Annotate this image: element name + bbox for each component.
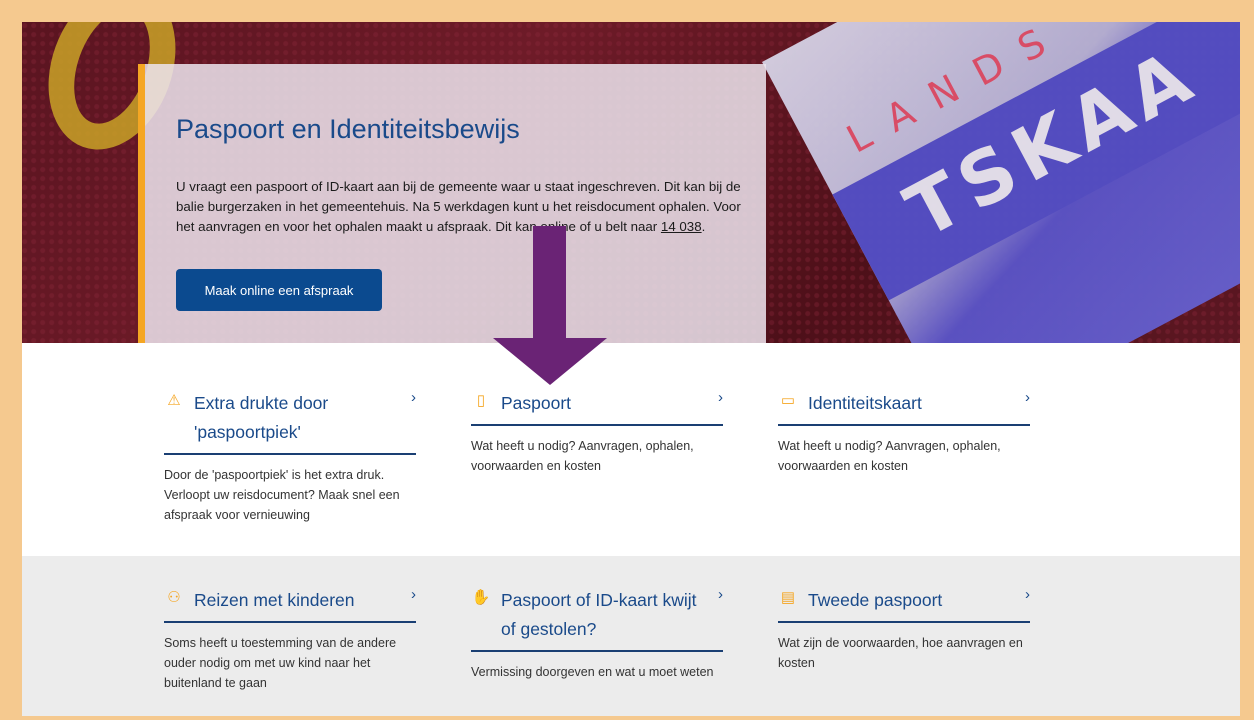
tile-header: ✋ Paspoort of ID-kaart kwijt of gestolen…	[471, 586, 723, 652]
tile-paspoort[interactable]: ▯ Paspoort › Wat heeft u nodig? Aanvrage…	[471, 389, 723, 476]
tile-identiteitskaart[interactable]: ▭ Identiteitskaart › Wat heeft u nodig? …	[778, 389, 1030, 476]
tile-reizen-met-kinderen[interactable]: ⚇ Reizen met kinderen › Soms heeft u toe…	[164, 586, 416, 693]
chevron-right-icon: ›	[1025, 389, 1030, 406]
page-title: Paspoort en Identiteitsbewijs	[176, 114, 520, 144]
family-icon: ⚇	[167, 589, 181, 606]
passport-icon: ▯	[476, 392, 486, 409]
annotation-arrow-shaft	[533, 226, 566, 344]
tile-header: ▤ Tweede paspoort ›	[778, 586, 1030, 623]
page-frame: LANDS TSKAA Paspoort en Identiteitsbewij…	[22, 22, 1240, 716]
tile-description: Door de 'paspoortpiek' is het extra druk…	[164, 468, 400, 522]
tile-title[interactable]: Paspoort of ID-kaart kwijt of gestolen?	[501, 586, 703, 644]
chevron-right-icon: ›	[718, 389, 723, 406]
tile-description: Soms heeft u toestemming van de andere o…	[164, 636, 397, 690]
tile-description: Wat zijn de voorwaarden, hoe aanvragen e…	[778, 636, 1023, 670]
hero-body: U vraagt een paspoort of ID-kaart aan bi…	[176, 179, 741, 234]
tile-header: ⚇ Reizen met kinderen ›	[164, 586, 416, 623]
phone-link[interactable]: 14 038	[661, 219, 702, 234]
tile-description: Vermissing doorgeven en wat u moet weten	[471, 665, 714, 679]
annotation-arrow-head	[493, 338, 607, 385]
id-card-image: LANDS TSKAA	[762, 22, 1240, 343]
hero-banner: LANDS TSKAA Paspoort en Identiteitsbewij…	[22, 22, 1240, 343]
tile-title[interactable]: Identiteitskaart	[808, 389, 1010, 418]
chevron-right-icon: ›	[411, 586, 416, 603]
second-passport-icon: ▤	[780, 589, 796, 606]
lost-document-icon: ✋	[471, 589, 491, 606]
make-appointment-button[interactable]: Maak online een afspraak	[176, 269, 382, 311]
tile-header: ▯ Paspoort ›	[471, 389, 723, 426]
hero-panel: Paspoort en Identiteitsbewijs U vraagt e…	[138, 64, 766, 343]
chevron-right-icon: ›	[1025, 586, 1030, 603]
tile-title[interactable]: Extra drukte door 'paspoortpiek'	[194, 389, 396, 447]
tile-kwijt-of-gestolen[interactable]: ✋ Paspoort of ID-kaart kwijt of gestolen…	[471, 586, 723, 682]
tile-description: Wat heeft u nodig? Aanvragen, ophalen, v…	[778, 439, 1001, 473]
tile-title[interactable]: Reizen met kinderen	[194, 586, 396, 615]
tile-tweede-paspoort[interactable]: ▤ Tweede paspoort › Wat zijn de voorwaar…	[778, 586, 1030, 673]
warning-icon: ⚠	[167, 392, 181, 409]
tile-header: ▭ Identiteitskaart ›	[778, 389, 1030, 426]
hero-intro-text: U vraagt een paspoort of ID-kaart aan bi…	[176, 177, 744, 237]
tile-description: Wat heeft u nodig? Aanvragen, ophalen, v…	[471, 439, 694, 473]
tile-title[interactable]: Tweede paspoort	[808, 586, 1010, 615]
tile-title[interactable]: Paspoort	[501, 389, 703, 418]
tile-extra-drukte[interactable]: ⚠ Extra drukte door 'paspoortpiek' › Doo…	[164, 389, 416, 525]
chevron-right-icon: ›	[718, 586, 723, 603]
id-card-icon: ▭	[780, 392, 796, 409]
hero-body-end: .	[701, 219, 706, 234]
tile-header: ⚠ Extra drukte door 'paspoortpiek' ›	[164, 389, 416, 455]
chevron-right-icon: ›	[411, 389, 416, 406]
